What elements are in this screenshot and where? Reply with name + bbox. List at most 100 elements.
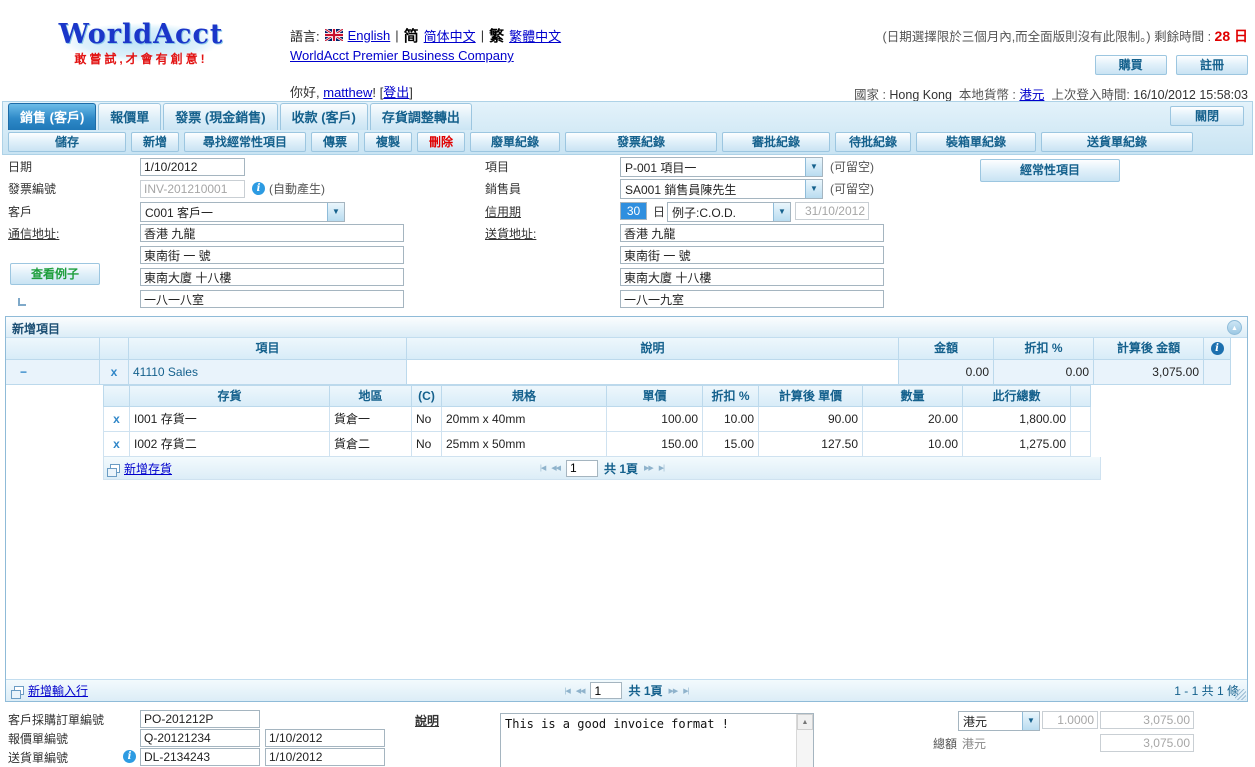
new-button[interactable]: 新增 [131,132,179,152]
delete-row-icon[interactable]: x [100,360,129,385]
local-currency-link[interactable]: 港元 [1019,88,1044,102]
salesman-selected-value: SA001 銷售員陳先生 [621,181,805,198]
voucher-button[interactable]: 傳票 [311,132,359,152]
simplified-glyph: 简 [404,25,419,46]
remarks-textarea[interactable]: This is a good invoice format ! [501,714,796,767]
add-stock-link[interactable]: 新增存貨 [110,460,172,477]
approved-records-button[interactable]: 審批紀錄 [722,132,830,152]
invoice-no-input [140,180,245,198]
separator: | [481,28,484,43]
page-number-input[interactable] [566,460,598,477]
recurring-items-button[interactable]: 經常性項目 [980,159,1120,182]
tab-quotation[interactable]: 報價單 [98,103,161,130]
delivery-address-line4[interactable] [620,290,884,308]
lang-english-link[interactable]: English [348,28,391,43]
account-net-amount-cell: 3,075.00 [1094,360,1204,385]
lang-traditional-link[interactable]: 繁體中文 [509,26,561,45]
info-icon[interactable]: i [123,750,136,763]
packing-list-records-button[interactable]: 裝箱單紀錄 [916,132,1036,152]
country-value: Hong Kong [889,88,952,102]
collapse-panel-icon[interactable]: ▲ [1227,320,1242,335]
credit-terms-link[interactable]: 信用期 [485,203,521,221]
mailing-address-line3[interactable] [140,268,404,286]
mailing-address-line4[interactable] [140,290,404,308]
remarks-link[interactable]: 說明 [415,712,439,730]
account-discount-cell: 0.00 [994,360,1094,385]
chevron-down-icon[interactable]: ▼ [1022,712,1039,730]
currency-select[interactable]: 港元 ▼ [958,711,1040,731]
mailing-address-line2[interactable] [140,246,404,264]
void-records-button[interactable]: 廢單紀錄 [470,132,560,152]
add-line-label[interactable]: 新增輸入行 [28,682,88,699]
save-button[interactable]: 儲存 [8,132,126,152]
first-page-icon[interactable]: |◀ [540,464,545,472]
mailing-address-link[interactable]: 通信地址: [8,225,59,243]
salesman-select[interactable]: SA001 銷售員陳先生 ▼ [620,179,823,199]
credit-days-input[interactable] [620,202,647,220]
username-link[interactable]: matthew [323,85,372,100]
credit-terms-select[interactable]: 例子:C.O.D. ▼ [667,202,791,222]
page-number-input[interactable] [590,682,622,699]
col-discount-pct: 折扣 % [703,385,759,407]
tab-sales-customer[interactable]: 銷售 (客戶) [8,103,96,130]
project-select[interactable]: P-001 項目一 ▼ [620,157,823,177]
add-line-link[interactable]: 新增輸入行 [14,682,88,699]
info-icon[interactable]: i [1211,342,1224,355]
add-stock-label[interactable]: 新增存貨 [124,460,172,477]
delivery-address-line3[interactable] [620,268,884,286]
lang-simplified-link[interactable]: 简体中文 [424,26,476,45]
scrollbar[interactable]: ▲ [796,714,813,767]
quotation-number-input[interactable] [140,729,260,747]
page-total-label: 共 1頁 [604,460,638,477]
info-icon[interactable]: i [252,182,265,195]
records-count: 1 - 1 共 1 條 [1174,682,1239,699]
po-number-input[interactable] [140,710,260,728]
next-page-icon[interactable]: ▶▶ [669,687,678,695]
salesman-label: 銷售員 [485,180,521,198]
chevron-down-icon[interactable]: ▼ [805,158,822,176]
chevron-down-icon[interactable]: ▼ [327,203,344,221]
prev-page-icon[interactable]: ◀◀ [551,464,560,472]
delivery-address-link[interactable]: 送貨地址: [485,225,536,243]
chevron-down-icon[interactable]: ▼ [805,180,822,198]
delete-row-icon[interactable]: x [103,407,130,432]
delivery-address-line1[interactable] [620,224,884,242]
stock-cell: I002 存貨二 [130,432,330,457]
view-example-button[interactable]: 查看例子 [10,263,100,285]
scroll-up-icon[interactable]: ▲ [797,714,813,730]
find-recurring-button[interactable]: 尋找經常性項目 [184,132,306,152]
account-row: − x 41110 Sales 0.00 0.00 3,075.00 [6,360,1247,385]
resize-grip[interactable] [1235,689,1246,700]
delete-row-icon[interactable]: x [103,432,130,457]
last-page-icon[interactable]: ▶| [683,687,688,695]
delivery-note-records-button[interactable]: 送貨單紀錄 [1041,132,1193,152]
mailing-address-line1[interactable] [140,224,404,242]
copy-button[interactable]: 複製 [364,132,412,152]
tab-receipt-customer[interactable]: 收款 (客戶) [280,103,368,130]
delivery-address-line2[interactable] [620,246,884,264]
tab-stock-adjustment-out[interactable]: 存貨調整轉出 [370,103,472,130]
buy-button[interactable]: 購買 [1095,55,1167,75]
company-link[interactable]: WorldAcct Premier Business Company [290,48,514,63]
delivery-note-date-input[interactable] [265,748,385,766]
credit-days-unit: 日 [653,203,665,221]
pending-records-button[interactable]: 待批紀錄 [835,132,911,152]
chevron-down-icon[interactable]: ▼ [773,203,790,221]
net-unit-price-cell: 90.00 [759,407,863,432]
invoice-form: 日期 發票編號 i (自動產生) 客戶 C001 客戶一 ▼ 通信地址: 查看例… [0,156,1255,316]
prev-page-icon[interactable]: ◀◀ [576,687,585,695]
first-page-icon[interactable]: |◀ [565,687,570,695]
customer-select[interactable]: C001 客戶一 ▼ [140,202,345,222]
delivery-note-input[interactable] [140,748,260,766]
quotation-date-input[interactable] [265,729,385,747]
delete-button[interactable]: 刪除 [417,132,465,152]
tab-invoice-cash-sales[interactable]: 發票 (現金銷售) [163,103,277,130]
date-input[interactable] [140,158,245,176]
invoice-records-button[interactable]: 發票紀錄 [565,132,717,152]
last-page-icon[interactable]: ▶| [659,464,664,472]
close-button[interactable]: 關閉 [1170,106,1244,126]
next-page-icon[interactable]: ▶▶ [644,464,653,472]
collapse-row-icon[interactable]: − [6,360,100,385]
logout-link[interactable]: 登出 [383,85,409,100]
register-button[interactable]: 註冊 [1176,55,1248,75]
